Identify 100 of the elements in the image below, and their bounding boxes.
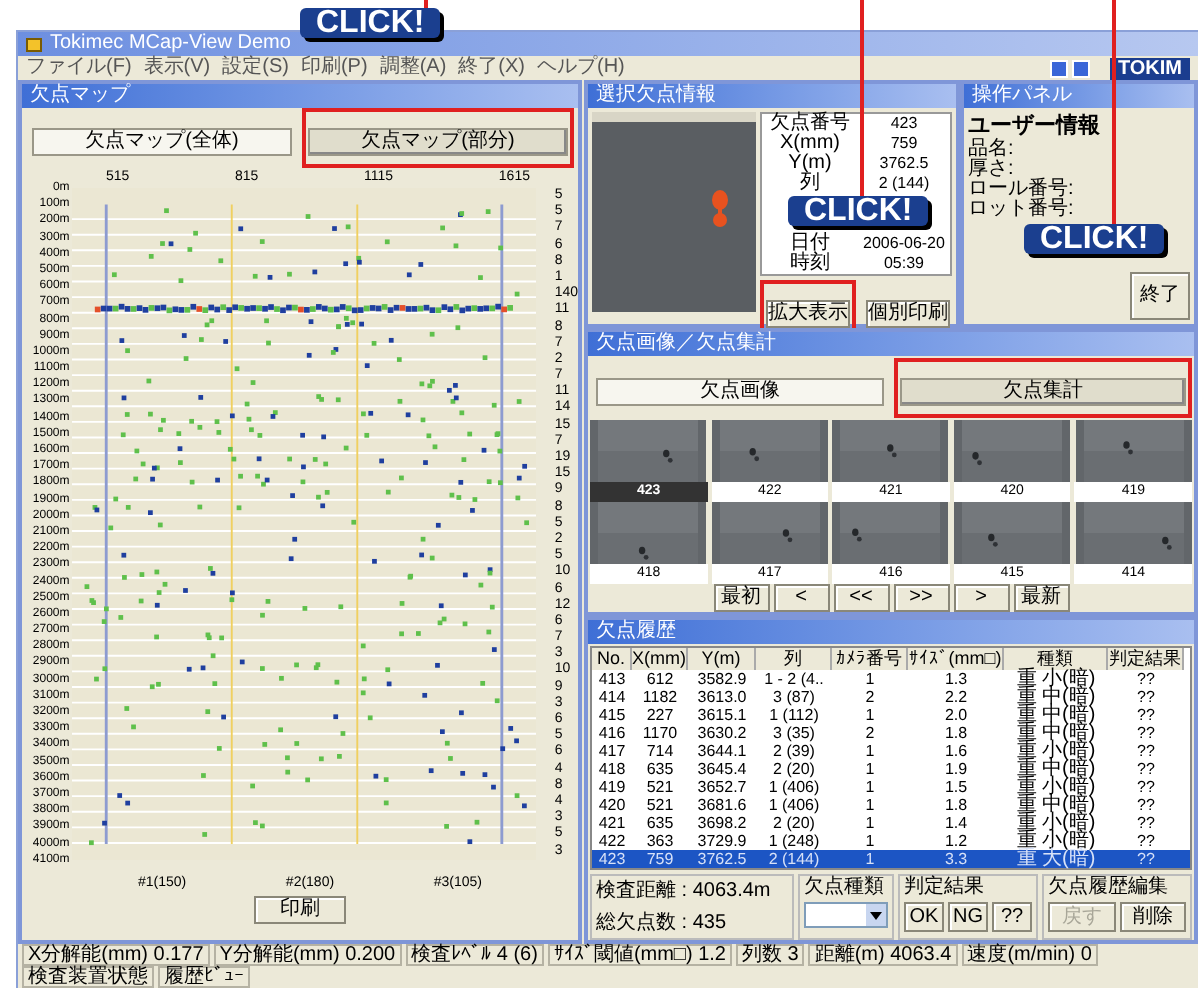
table-cell-text: 3645.4 (695, 760, 749, 778)
table-cell-text: 1 (863, 832, 877, 850)
table-cell-text: 1.5 (942, 778, 970, 796)
table-cell-text: 重 中(暗) (1014, 706, 1098, 724)
restore-button[interactable] (1071, 59, 1090, 77)
column-header[interactable]: 判定結果 (1108, 648, 1184, 670)
tab[interactable]: 欠点画像 (596, 378, 883, 406)
table-row[interactable]: 414 1182 3613.0 3 (87) 2 2.2 重 中(暗) ?? (592, 688, 1190, 706)
judgement-button[interactable]: ?? (992, 902, 1032, 932)
click-callout: CLICK! (300, 8, 441, 38)
table-cell-text: ?? (1135, 850, 1157, 868)
app-icon (26, 37, 42, 51)
table-cell-text: 635 (644, 814, 676, 832)
table-cell-text: 3615.1 (695, 706, 749, 724)
table-cell-text: 重 小(暗) (1014, 742, 1098, 760)
column-header[interactable]: ｻｲｽﾞ(mm□) (908, 648, 1004, 670)
table-cell-text: 3644.1 (695, 742, 749, 760)
table-cell-text: 363 (644, 832, 676, 850)
table-cell-text: 1 (863, 670, 877, 688)
panel-title: 欠点履歴 (588, 620, 1194, 644)
action-button[interactable]: 拡大表示 (766, 300, 850, 328)
panel-title: 操作パネル (964, 84, 1194, 108)
window-title: Tokimec MCap-View Demo (50, 32, 291, 55)
nav-button[interactable]: >> (893, 584, 949, 612)
column-header[interactable]: 種類 (1004, 648, 1108, 670)
table-row[interactable]: 417 714 3644.1 2 (39) 1 1.6 重 小(暗) ?? (592, 742, 1190, 760)
table-cell-text: ?? (1135, 778, 1157, 796)
group-label: 欠点履歴編集 (1048, 876, 1170, 898)
minimize-button[interactable] (1049, 59, 1068, 77)
table-row[interactable]: 413 612 3582.9 1 - 2 (4.. 1 1.3 重 小(暗) ?? (592, 670, 1190, 688)
table-cell-text: 1 (863, 706, 877, 724)
table-row[interactable]: 420 521 3681.6 1 (406) 1 1.8 重 中(暗) ?? (592, 796, 1190, 814)
menu-item[interactable]: 印刷(P) (300, 56, 368, 80)
field-value: 2 (144) (876, 174, 932, 194)
table-cell-text: 3698.2 (695, 814, 749, 832)
table-row[interactable]: 421 635 3698.2 2 (20) 1 1.4 重 小(暗) ?? (592, 814, 1190, 832)
table-cell-text: 635 (644, 760, 676, 778)
total-text: 総欠点数 : 435 (596, 911, 729, 934)
column-header[interactable]: X(mm) (632, 648, 688, 670)
table-row[interactable]: 423 759 3762.5 2 (144) 1 3.3 重 大(暗) ?? (592, 850, 1190, 868)
defect-type-dropdown[interactable] (804, 902, 888, 928)
menu-item[interactable]: ファイル(F) (26, 56, 132, 80)
table-row[interactable]: 418 635 3645.4 2 (20) 1 1.9 重 中(暗) ?? (592, 760, 1190, 778)
table-cell-text: 2 (39) (771, 742, 817, 760)
table-cell-text: 521 (644, 796, 676, 814)
status-item: 列数 3 (735, 944, 805, 966)
section-heading: ユーザー情報 (968, 112, 1102, 138)
status-item: Y分解能(mm) 0.200 (213, 944, 402, 966)
judgement-button[interactable]: NG (948, 902, 988, 932)
action-button[interactable]: 個別印刷 (866, 300, 950, 328)
tab[interactable]: 欠点マップ(部分) (308, 128, 568, 156)
nav-button[interactable]: << (833, 584, 889, 612)
table-row[interactable]: 416 1170 3630.2 3 (35) 2 1.8 重 中(暗) ?? (592, 724, 1190, 742)
menu-item[interactable]: 表示(V) (143, 56, 211, 80)
table-cell-text: ?? (1135, 706, 1157, 724)
table-cell-text: ?? (1135, 742, 1157, 760)
table-cell-text: ?? (1135, 670, 1157, 688)
table-row[interactable]: 419 521 3652.7 1 (406) 1 1.5 重 小(暗) ?? (592, 778, 1190, 796)
status-item: 検査装置状態 (22, 966, 154, 988)
edit-button[interactable]: 削除 (1119, 902, 1186, 932)
column-header[interactable]: 列 (756, 648, 832, 670)
group-label: 判定結果 (904, 876, 986, 898)
nav-button[interactable]: < (773, 584, 829, 612)
table-cell-text: 3613.0 (695, 688, 749, 706)
tab[interactable]: 欠点集計 (899, 378, 1186, 406)
table-cell-text: 1.3 (942, 670, 970, 688)
field-label: 日付 (788, 234, 832, 254)
table-row[interactable]: 422 363 3729.9 1 (248) 1 1.2 重 小(暗) ?? (592, 832, 1190, 850)
table-cell-text: 1.4 (942, 814, 970, 832)
table-cell-text: 419 (596, 778, 628, 796)
column-header[interactable]: No. (592, 648, 632, 670)
table-cell-text: 3681.6 (695, 796, 749, 814)
menu-item[interactable]: 設定(S) (222, 56, 289, 80)
judgement-button[interactable]: OK (904, 902, 944, 932)
status-item: 検査ﾚﾍﾞﾙ 4 (6) (405, 944, 544, 966)
table-cell-text: 重 中(暗) (1014, 724, 1098, 742)
menu-item[interactable]: 調整(A) (379, 56, 447, 80)
table-cell-text: 3729.9 (695, 832, 749, 850)
table-row[interactable]: 415 227 3615.1 1 (112) 1 2.0 重 中(暗) ?? (592, 706, 1190, 724)
menu-item[interactable]: 終了(X) (458, 56, 525, 80)
table-cell-text: 418 (596, 760, 628, 778)
table-cell-text: 714 (644, 742, 676, 760)
nav-button[interactable]: > (953, 584, 1009, 612)
menu-item[interactable]: ヘルプ(H) (537, 56, 625, 80)
logo: TOKIM (1109, 57, 1190, 79)
table-cell-text: 1.2 (942, 832, 970, 850)
exit-button[interactable]: 終了 (1130, 272, 1190, 320)
column-header[interactable]: Y(m) (688, 648, 756, 670)
table-cell-text: ?? (1135, 814, 1157, 832)
nav-button[interactable]: 最初 (713, 584, 769, 612)
table-cell-text: 1.9 (942, 760, 970, 778)
field-value: 423 (888, 114, 920, 134)
column-header[interactable]: ｶﾒﾗ番号 (832, 648, 908, 670)
field-value: 3762.5 (877, 154, 931, 174)
tab[interactable]: 欠点マップ(全体) (32, 128, 292, 156)
distance-text: 検査距離 : 4063.4m (596, 880, 773, 903)
table-cell-text: 1 (863, 850, 877, 868)
print-button[interactable]: 印刷 (254, 895, 346, 924)
field-value: 2006-06-20 (861, 234, 947, 254)
nav-button[interactable]: 最新 (1013, 584, 1069, 612)
